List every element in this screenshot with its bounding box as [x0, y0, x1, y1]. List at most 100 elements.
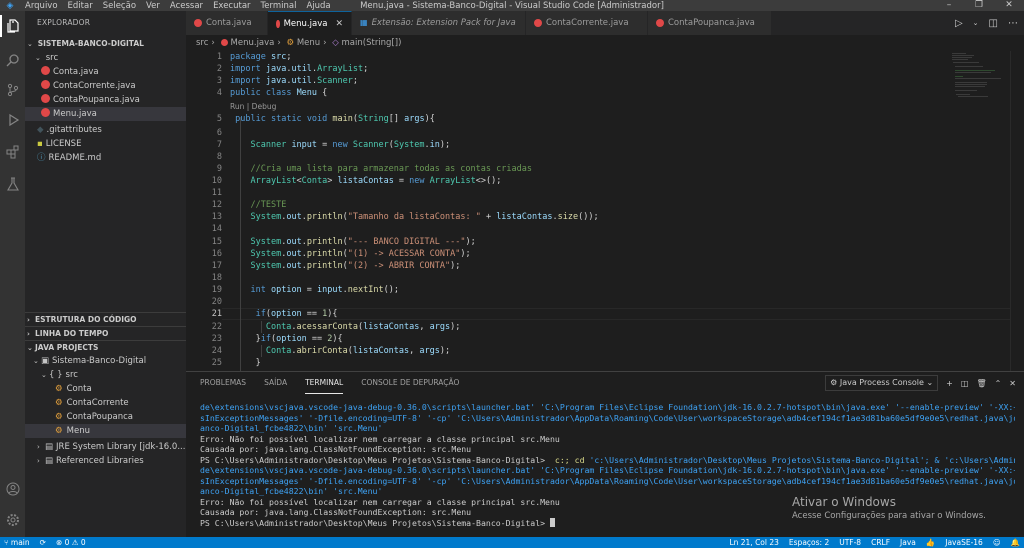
java-class-contapoupanca[interactable]: ⚙ ContaPoupanca	[25, 410, 186, 424]
referenced-libraries[interactable]: › ▤ Referenced Libraries	[25, 454, 186, 468]
tab-conta[interactable]: Conta.java	[186, 11, 268, 35]
account-icon[interactable]	[0, 478, 25, 500]
language-mode[interactable]: Java	[900, 538, 916, 547]
explorer-icon[interactable]	[0, 15, 25, 37]
current-line-highlight	[222, 308, 1010, 320]
folder-src[interactable]: ⌄ src	[25, 51, 186, 65]
end-of-line[interactable]: CRLF	[871, 538, 890, 547]
dropdown-icon[interactable]: ⌄	[973, 19, 979, 27]
terminal-prompt-command: PS C:\Users\Administrador\Desktop\Meus P…	[200, 454, 1015, 465]
new-terminal-icon[interactable]: +	[946, 379, 953, 388]
file-gitattributes[interactable]: ◆ .gitattributes	[25, 123, 186, 137]
class-label: Conta	[66, 384, 92, 394]
extensions-icon[interactable]	[0, 141, 25, 163]
split-terminal-icon[interactable]: ◫	[961, 379, 969, 388]
tab-contacorrente[interactable]: ContaCorrente.java	[526, 11, 648, 35]
jdk-version[interactable]: JavaSE-16	[945, 538, 983, 547]
code-line: }	[230, 358, 261, 368]
file-label: .gitattributes	[46, 125, 102, 135]
close-tab-icon[interactable]: ✕	[335, 12, 343, 36]
menu-arquivo[interactable]: Arquivo	[20, 1, 63, 11]
tab-terminal[interactable]: TERMINAL	[305, 372, 344, 394]
editor-scrollbar[interactable]	[1010, 51, 1024, 371]
menu-selecao[interactable]: Seleção	[98, 1, 141, 11]
tab-output[interactable]: SAÍDA	[264, 372, 287, 394]
file-label: ContaPoupanca.java	[53, 95, 140, 105]
java-class-menu[interactable]: ⚙ Menu	[25, 424, 186, 438]
codelens-run-debug[interactable]: Run | Debug	[230, 101, 276, 113]
folder-label: src	[45, 53, 59, 63]
java-class-conta[interactable]: ⚙ Conta	[25, 382, 186, 396]
menu-terminal[interactable]: Terminal	[256, 1, 302, 11]
source-control-icon[interactable]	[0, 79, 25, 101]
tab-debug-console[interactable]: CONSOLE DE DEPURAÇÃO	[361, 372, 459, 394]
run-icon[interactable]: ▷	[955, 18, 963, 29]
line-number: 12	[211, 200, 222, 210]
more-icon[interactable]: ⋯	[1008, 18, 1018, 29]
line-number: 3	[216, 76, 222, 86]
tab-menu[interactable]: Menu.java ✕	[268, 11, 352, 35]
terminal-select[interactable]: ⚙ Java Process Console ⌄	[825, 375, 939, 391]
search-icon[interactable]	[0, 49, 25, 71]
jre-library[interactable]: › ▤ JRE System Library [jdk-16.0...	[25, 440, 186, 454]
run-debug-icon[interactable]	[0, 109, 25, 131]
bell-icon[interactable]: 🔔	[1011, 538, 1020, 547]
sync-icon[interactable]: ⟳	[40, 538, 46, 547]
feedback-icon[interactable]: ☺	[993, 538, 1001, 547]
menu-ajuda[interactable]: Ajuda	[301, 1, 335, 11]
minimap[interactable]	[952, 51, 1002, 101]
java-project-item[interactable]: ⌄ ▣ Sistema-Banco-Digital	[25, 354, 186, 368]
line-number: 1	[216, 52, 222, 62]
code-editor[interactable]: 1 2 3 4 5 6 7 8 9 10 11 12 13 14 15 16 1…	[186, 51, 1024, 371]
encoding[interactable]: UTF-8	[839, 538, 861, 547]
file-menu[interactable]: Menu.java	[25, 107, 186, 121]
close-window-button[interactable]: ✕	[994, 0, 1024, 11]
section-timeline[interactable]: › LINHA DO TEMPO	[25, 326, 186, 340]
indentation[interactable]: Espaços: 2	[789, 538, 829, 547]
branch-indicator[interactable]: ⑂ main	[4, 538, 30, 547]
java-src-package[interactable]: ⌄{ } src	[25, 368, 186, 382]
menu-executar[interactable]: Executar	[208, 1, 255, 11]
menu-acessar[interactable]: Acessar	[165, 1, 208, 11]
thumbs-up-icon[interactable]: 👍	[926, 538, 935, 547]
code-line: import java.util.ArrayList;	[230, 64, 369, 74]
section-java-projects[interactable]: ⌄ JAVA PROJECTS	[25, 340, 186, 354]
file-contapoupanca[interactable]: ContaPoupanca.java	[25, 93, 186, 107]
license-icon: ▪	[37, 139, 43, 149]
split-editor-icon[interactable]: ◫	[989, 18, 998, 29]
editor-actions: ▷ ⌄ ◫ ⋯	[955, 11, 1018, 35]
class-icon: ⚙	[55, 398, 63, 408]
breadcrumb-method[interactable]: main(String[])	[342, 38, 402, 48]
java-class-contacorrente[interactable]: ⚙ ContaCorrente	[25, 396, 186, 410]
menu-ver[interactable]: Ver	[141, 1, 165, 11]
breadcrumb-src[interactable]: src	[196, 38, 208, 48]
cursor-position[interactable]: Ln 21, Col 23	[729, 538, 778, 547]
close-panel-icon[interactable]: ✕	[1009, 379, 1016, 388]
file-conta[interactable]: Conta.java	[25, 65, 186, 79]
breadcrumb-file[interactable]: Menu.java	[231, 38, 275, 48]
tab-extension-pack[interactable]: ▦ Extensão: Extension Pack for Java	[352, 11, 526, 35]
breadcrumb-class[interactable]: Menu	[297, 38, 320, 48]
problems-indicator[interactable]: ⊗ 0 ⚠ 0	[56, 538, 86, 547]
menu-editar[interactable]: Editar	[63, 1, 98, 11]
settings-icon[interactable]	[0, 509, 25, 531]
minimize-button[interactable]: –	[934, 0, 964, 11]
terminal-line: Erro: Não foi possível localizar nem car…	[200, 433, 560, 444]
file-readme[interactable]: ⓘ README.md	[25, 151, 186, 165]
branch-label: main	[10, 538, 30, 547]
line-number: 24	[211, 346, 222, 356]
restore-button[interactable]: ❐	[964, 0, 994, 11]
trash-icon[interactable]: 🗑	[976, 379, 986, 388]
project-folder[interactable]: ⌄ SISTEMA-BANCO-DIGITAL	[25, 37, 186, 51]
file-license[interactable]: ▪ LICENSE	[25, 137, 186, 151]
chevron-up-icon[interactable]: ⌃	[995, 379, 1002, 388]
panel-actions: ⚙ Java Process Console ⌄ + ◫ 🗑 ⌃ ✕	[825, 372, 1016, 394]
tab-problems[interactable]: PROBLEMAS	[200, 372, 246, 394]
class-label: Menu	[66, 426, 90, 436]
test-icon[interactable]	[0, 173, 25, 195]
tab-contapoupanca[interactable]: ContaPoupanca.java	[648, 11, 772, 35]
section-outline[interactable]: › ESTRUTURA DO CÓDIGO	[25, 312, 186, 326]
code-line: int option = input.nextInt();	[250, 285, 399, 295]
code-line: System.out.println("Tamanho da listaCont…	[250, 212, 599, 222]
file-contacorrente[interactable]: ContaCorrente.java	[25, 79, 186, 93]
